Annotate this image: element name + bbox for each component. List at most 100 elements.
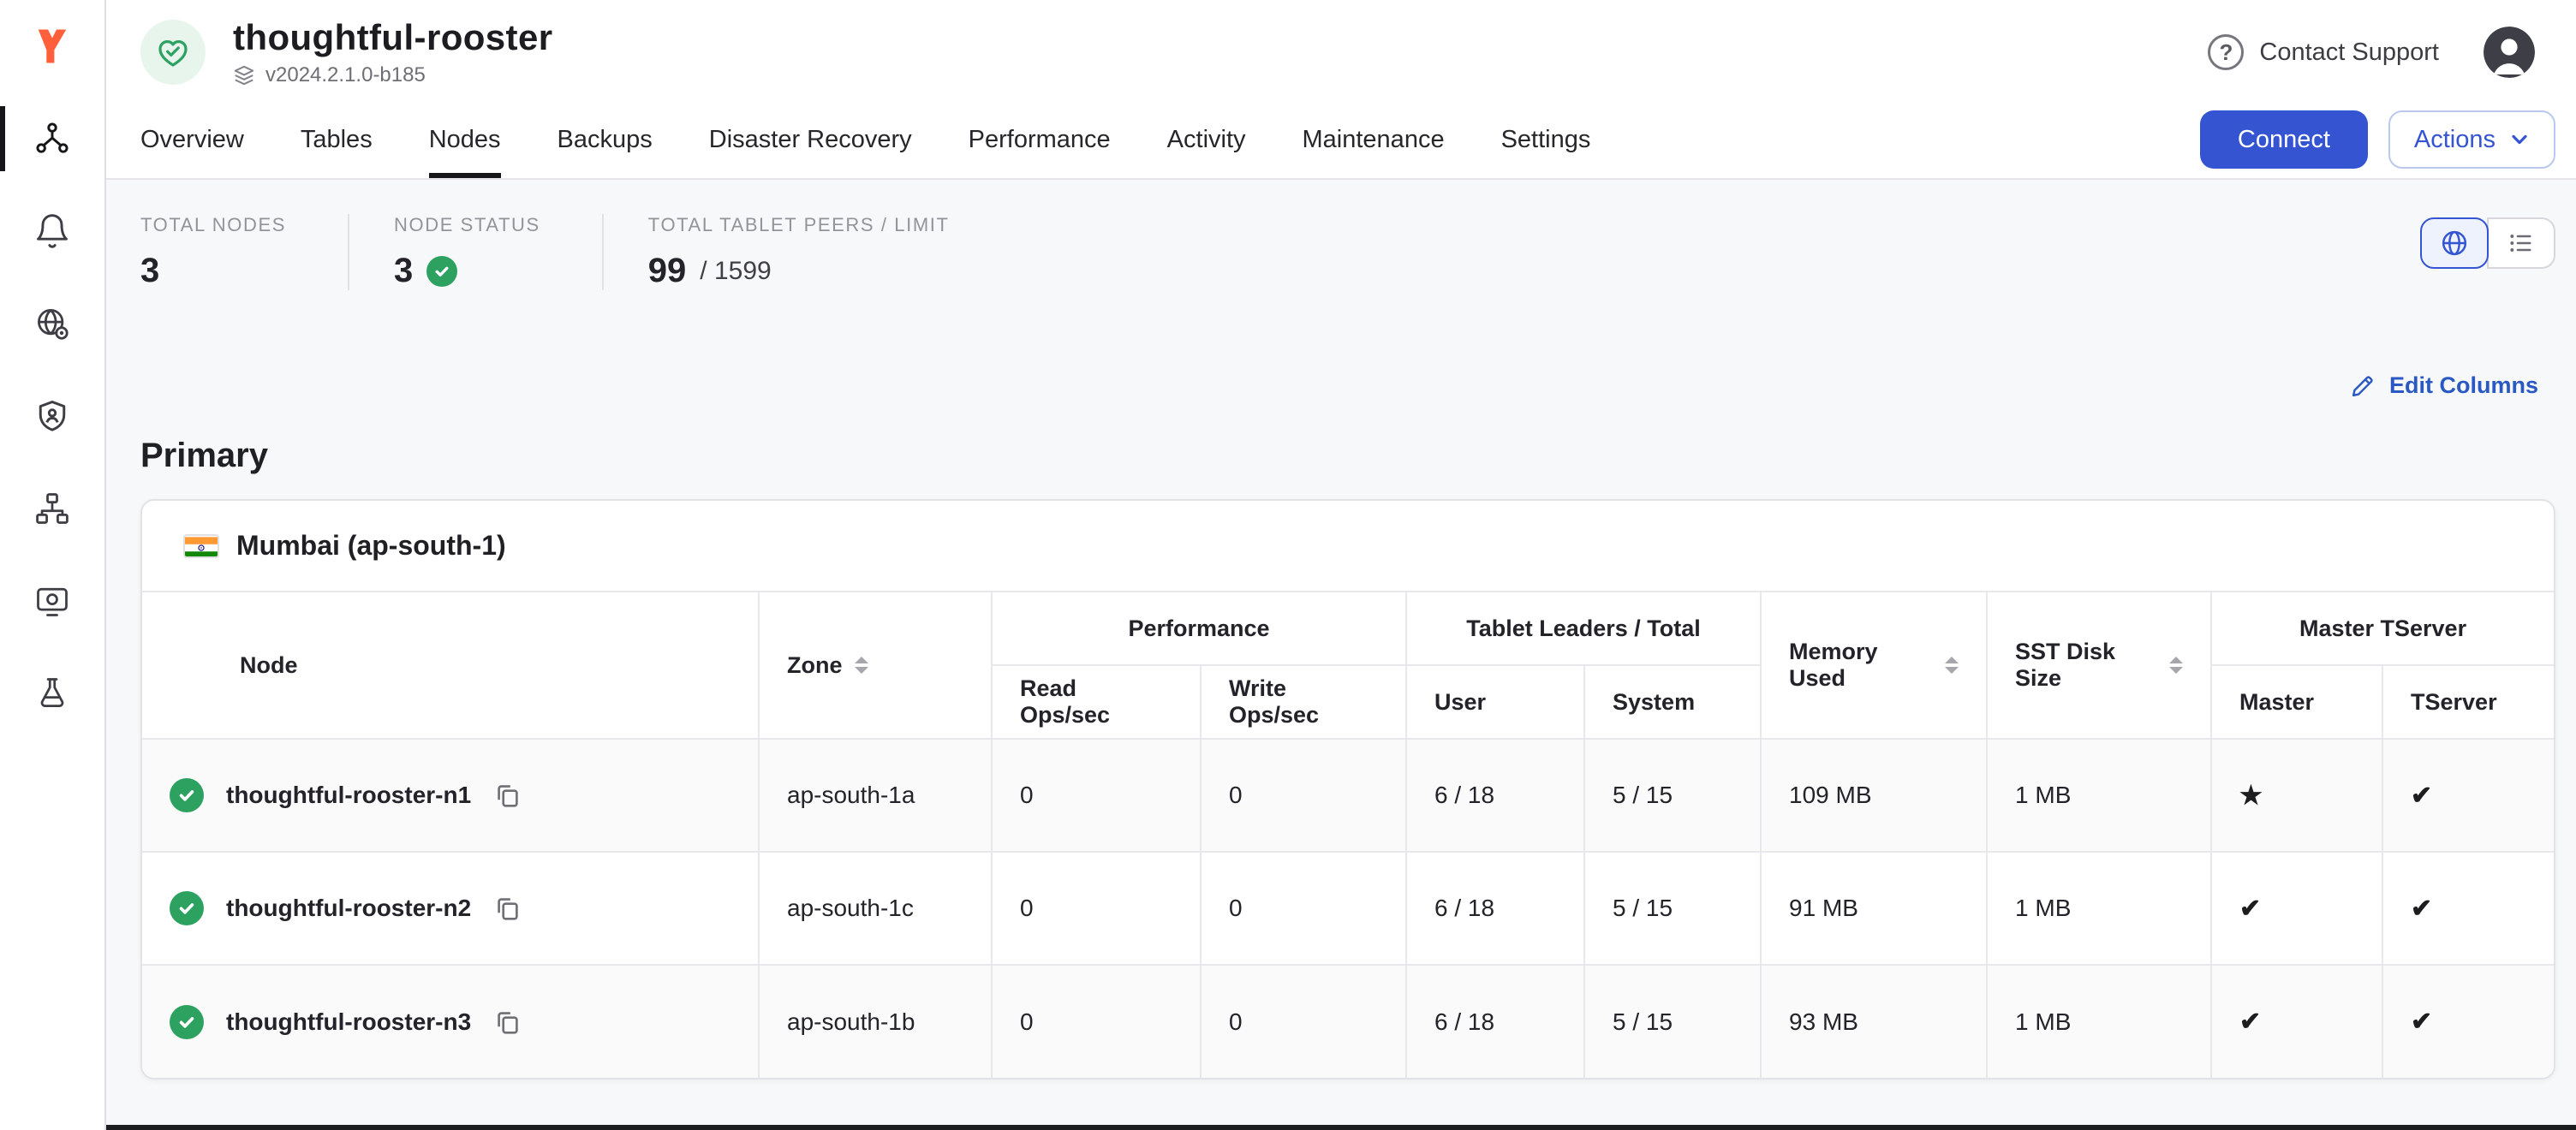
pencil-icon [2350, 373, 2376, 399]
sst-disk-size-cell: 1 MB [1987, 739, 2211, 852]
column-header-zone[interactable]: Zone [759, 592, 992, 739]
sidebar-item-topology[interactable] [0, 462, 104, 555]
column-header-sst-disk-size[interactable]: SST Disk Size [1987, 592, 2211, 739]
actions-button[interactable]: Actions [2388, 110, 2555, 169]
read-ops-cell: 0 [992, 852, 1201, 965]
view-toggle-group [2420, 217, 2555, 269]
list-view-icon [2507, 229, 2535, 257]
memory-used-cell: 91 MB [1761, 852, 1987, 965]
column-header-memory-used[interactable]: Memory Used [1761, 592, 1987, 739]
zone-cell: ap-south-1a [759, 739, 992, 852]
zone-cell: ap-south-1b [759, 965, 992, 1078]
memory-used-cell: 93 MB [1761, 965, 1987, 1078]
labs-flask-icon [33, 675, 71, 712]
header-right: ? Contact Support [2208, 27, 2535, 78]
user-avatar[interactable] [2484, 27, 2535, 78]
region-card-header: Mumbai (ap-south-1) [142, 501, 2554, 591]
table-row: thoughtful-rooster-n3 ap-south-1b 0 0 6 … [142, 965, 2554, 1078]
topbar: thoughtful-rooster v2024.2.1.0-b185 ? Co… [106, 0, 2576, 180]
map-view-toggle[interactable] [2420, 217, 2489, 269]
topology-icon [33, 490, 71, 527]
column-header-read-ops: Read Ops/sec [992, 665, 1201, 739]
health-heart-badge [140, 20, 206, 85]
help-icon: ? [2208, 34, 2244, 70]
memory-used-cell: 109 MB [1761, 739, 1987, 852]
app-window: thoughtful-rooster v2024.2.1.0-b185 ? Co… [0, 0, 2576, 1130]
stat-total-nodes-label: TOTAL NODES [140, 214, 286, 236]
column-header-sst-disk-size-label: SST Disk Size [2015, 639, 2157, 692]
list-view-toggle[interactable] [2487, 217, 2555, 269]
sidebar-item-universes[interactable] [0, 92, 104, 185]
tab-nodes[interactable]: Nodes [429, 101, 501, 178]
tab-overview[interactable]: Overview [140, 101, 244, 178]
actions-button-label: Actions [2414, 126, 2496, 154]
tserver-check-icon: ✔ [2411, 782, 2432, 810]
sidebar-item-labs[interactable] [0, 647, 104, 740]
sidebar-item-alerts[interactable] [0, 185, 104, 277]
stat-tablet-peers: TOTAL TABLET PEERS / LIMIT 99 / 1599 [602, 214, 1011, 290]
column-header-tserver: TServer [2382, 665, 2554, 739]
sst-disk-size-cell: 1 MB [1987, 965, 2211, 1078]
table-row: thoughtful-rooster-n2 ap-south-1c 0 0 6 … [142, 852, 2554, 965]
copy-icon[interactable] [493, 1008, 522, 1037]
yugabyte-logo[interactable] [0, 0, 104, 92]
node-healthy-icon [170, 891, 204, 925]
node-name-link[interactable]: thoughtful-rooster-n2 [226, 895, 471, 922]
universe-name: thoughtful-rooster [233, 17, 552, 58]
cloud-config-icon [33, 305, 71, 342]
universe-header: thoughtful-rooster v2024.2.1.0-b185 ? Co… [106, 0, 2576, 101]
sst-disk-size-cell: 1 MB [1987, 852, 2211, 965]
contact-support-label: Contact Support [2259, 39, 2439, 67]
sidebar-item-cloud-config[interactable] [0, 277, 104, 370]
contact-support-link[interactable]: ? Contact Support [2208, 34, 2439, 70]
zone-cell: ap-south-1c [759, 852, 992, 965]
tab-actions: Connect Actions [2200, 110, 2555, 169]
tab-backups[interactable]: Backups [558, 101, 653, 178]
user-tablets-cell: 6 / 18 [1406, 965, 1584, 1078]
copy-icon[interactable] [493, 894, 522, 923]
tabs: Overview Tables Nodes Backups Disaster R… [140, 101, 1647, 178]
master-leader-star-icon: ★ [2239, 782, 2263, 810]
column-header-memory-used-label: Memory Used [1789, 639, 1933, 692]
window-edge [106, 1125, 2576, 1130]
version-row: v2024.2.1.0-b185 [233, 63, 552, 87]
connect-button[interactable]: Connect [2200, 110, 2368, 169]
table-row: thoughtful-rooster-n1 ap-south-1a 0 0 6 … [142, 739, 2554, 852]
stat-node-status-label: NODE STATUS [394, 214, 540, 236]
tab-activity[interactable]: Activity [1167, 101, 1246, 178]
master-check-icon: ✔ [2239, 895, 2261, 923]
user-tablets-cell: 6 / 18 [1406, 739, 1584, 852]
billing-monitor-icon [33, 582, 71, 620]
layers-icon [233, 64, 255, 86]
node-name-link[interactable]: thoughtful-rooster-n3 [226, 1008, 471, 1036]
tab-performance[interactable]: Performance [969, 101, 1111, 178]
tserver-check-icon: ✔ [2411, 895, 2432, 923]
sort-icon [855, 657, 868, 674]
stat-total-nodes-value: 3 [140, 252, 159, 290]
tab-maintenance[interactable]: Maintenance [1303, 101, 1445, 178]
master-check-icon: ✔ [2239, 1008, 2261, 1036]
tab-settings[interactable]: Settings [1501, 101, 1591, 178]
stat-tablet-peers-value: 99 [648, 252, 687, 290]
node-healthy-icon [170, 1005, 204, 1039]
write-ops-cell: 0 [1201, 965, 1406, 1078]
column-header-node: Node [142, 592, 759, 739]
read-ops-cell: 0 [992, 739, 1201, 852]
sidebar-item-billing[interactable] [0, 555, 104, 647]
column-header-write-ops: Write Ops/sec [1201, 665, 1406, 739]
tab-tables[interactable]: Tables [301, 101, 373, 178]
stat-tablet-peers-label: TOTAL TABLET PEERS / LIMIT [648, 214, 950, 236]
sidebar-item-security[interactable] [0, 370, 104, 462]
table-toolbar: Edit Columns [106, 372, 2576, 399]
region-name: Mumbai (ap-south-1) [236, 530, 506, 562]
node-name-link[interactable]: thoughtful-rooster-n1 [226, 782, 471, 809]
column-group-performance: Performance [992, 592, 1406, 665]
tab-disaster-recovery[interactable]: Disaster Recovery [709, 101, 912, 178]
read-ops-cell: 0 [992, 965, 1201, 1078]
copy-icon[interactable] [493, 781, 522, 810]
status-ok-icon [426, 256, 457, 287]
main-content: thoughtful-rooster v2024.2.1.0-b185 ? Co… [106, 0, 2576, 1130]
edit-columns-button[interactable]: Edit Columns [2350, 372, 2538, 399]
edit-columns-label: Edit Columns [2389, 372, 2538, 399]
primary-section-title: Primary [140, 437, 2576, 475]
